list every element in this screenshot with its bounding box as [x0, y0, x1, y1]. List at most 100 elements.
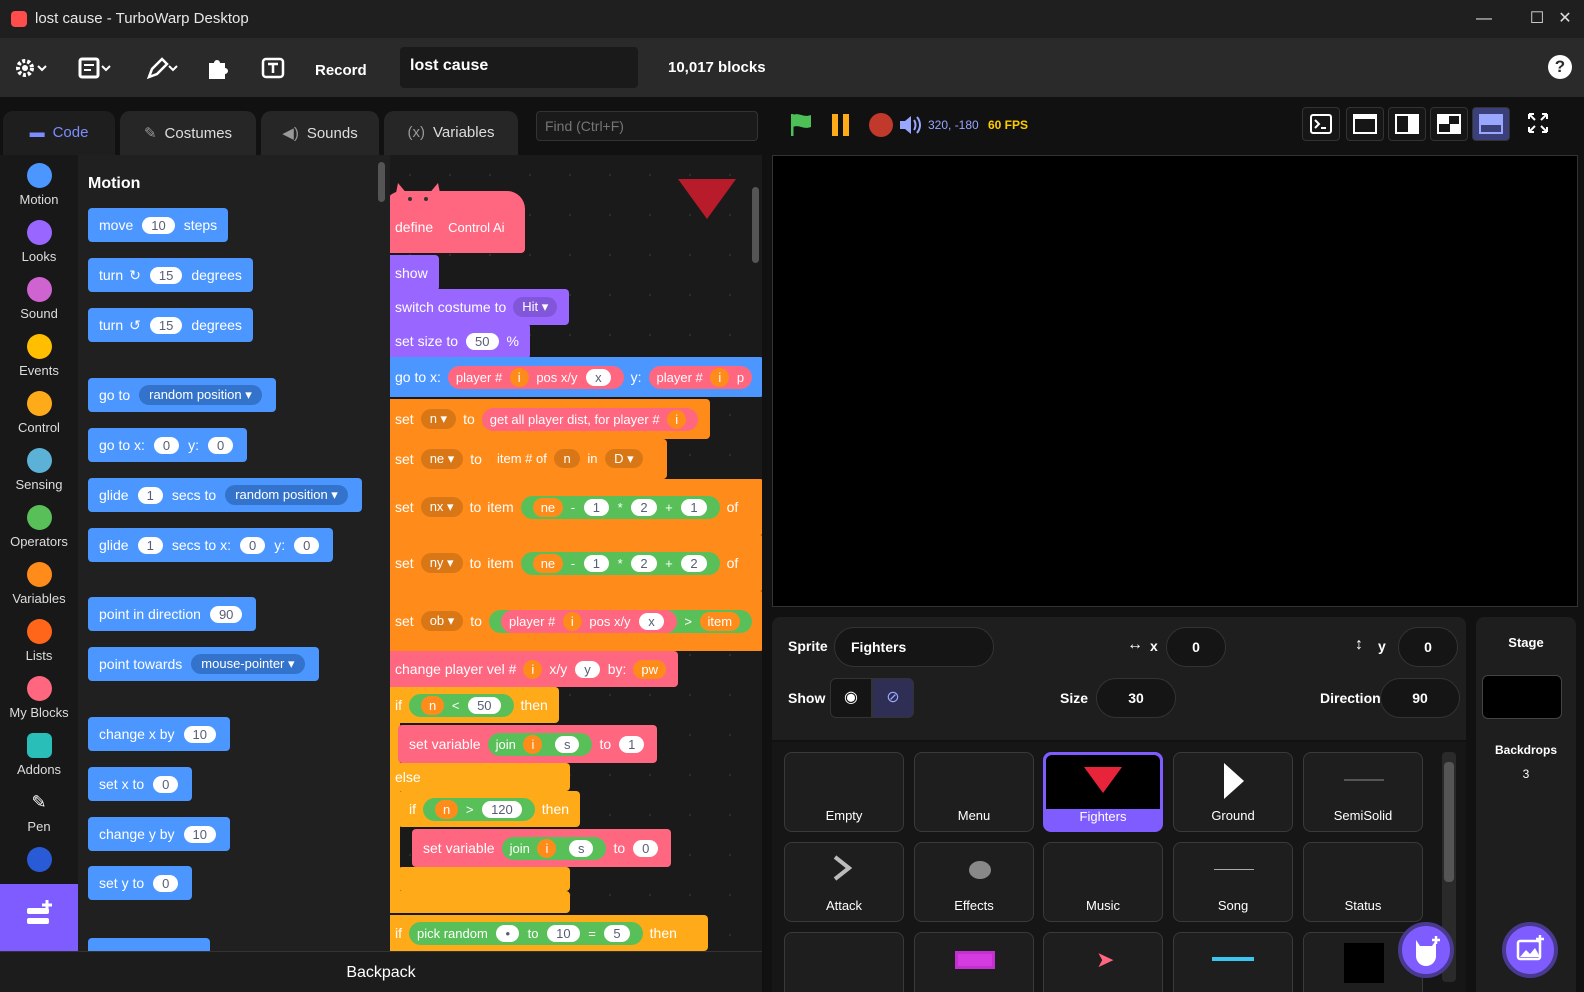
settings-menu-button[interactable] — [14, 55, 50, 81]
console-icon[interactable] — [1302, 107, 1340, 141]
block-glide-xy[interactable]: glide 1 secs to x: 0 y: 0 — [88, 528, 334, 562]
block-set-n[interactable]: set n ▾ to get all player dist, for player … — [390, 399, 711, 439]
category-operators[interactable]: Operators — [0, 505, 78, 549]
category-events[interactable]: Events — [0, 334, 78, 378]
category-motion[interactable]: Motion — [0, 163, 78, 207]
category-addons[interactable]: Addons — [0, 733, 78, 777]
sprite-item-12[interactable] — [914, 932, 1034, 992]
add-sprite-cat-icon[interactable] — [1398, 922, 1454, 978]
code-scrollbar[interactable] — [752, 187, 759, 263]
tab-costumes[interactable]: ✎ Costumes — [120, 111, 256, 155]
block-glide[interactable]: glide 1 secs to random position ▾ — [88, 478, 362, 512]
block-set-variable-1[interactable]: set variable join i s to 1 — [398, 725, 658, 763]
category-extension[interactable] — [0, 847, 78, 876]
block-partial[interactable] — [88, 938, 210, 951]
sprite-fighters[interactable]: Fighters — [1043, 752, 1163, 832]
sprite-item-14[interactable] — [1173, 932, 1293, 992]
block-set-nx[interactable]: set nx ▾ to item ne - 1 * 2 + 1 of — [390, 479, 762, 535]
palette-heading: Motion — [88, 175, 141, 192]
small-stage-icon[interactable] — [1346, 107, 1384, 141]
pause-icon[interactable] — [828, 112, 854, 143]
block-set-ob[interactable]: set ob ▾ to player # i pos x/y x > item — [390, 591, 762, 651]
tab-sounds[interactable]: ◀) Sounds — [261, 111, 379, 155]
category-lists[interactable]: Lists — [0, 619, 78, 663]
category-control[interactable]: Control — [0, 391, 78, 435]
tab-code[interactable]: ▬ Code — [3, 111, 115, 155]
sprite-item-11[interactable] — [784, 932, 904, 992]
x-input[interactable]: 0 — [1166, 627, 1226, 667]
sprite-menu[interactable]: Menu — [914, 752, 1034, 832]
green-flag-icon[interactable] — [788, 112, 814, 143]
block-set-variable-2[interactable]: set variable join i s to 0 — [412, 829, 672, 867]
sprite-list-scrollbar[interactable] — [1444, 762, 1454, 882]
palette-scrollbar[interactable] — [378, 162, 385, 202]
maximize-icon[interactable]: ☐ — [1525, 8, 1549, 30]
block-point-towards[interactable]: point towards mouse-pointer ▾ — [88, 647, 319, 681]
category-sensing[interactable]: Sensing — [0, 448, 78, 492]
large-stage-icon[interactable] — [1472, 107, 1510, 141]
block-change-player-vel[interactable]: change player vel # i x/y y by: pw — [390, 651, 679, 687]
block-if-n-lt-50[interactable]: if n < 50 then — [390, 687, 559, 723]
stage-thumbnail[interactable] — [1482, 675, 1562, 719]
project-title-input[interactable]: lost cause — [400, 47, 638, 88]
block-set-y[interactable]: set y to 0 — [88, 866, 193, 900]
tab-variables[interactable]: (x) Variables — [384, 111, 518, 155]
sprite-attack[interactable]: Attack — [784, 842, 904, 922]
block-set-x[interactable]: set x to 0 — [88, 767, 193, 801]
edit-menu-button[interactable] — [145, 55, 181, 81]
find-input[interactable] — [536, 111, 758, 141]
sprite-semisolid[interactable]: SemiSolid — [1303, 752, 1423, 832]
add-extension-button[interactable] — [0, 884, 78, 951]
split-layout-icon[interactable] — [1388, 107, 1426, 141]
block-set-ny[interactable]: set ny ▾ to item ne - 1 * 2 + 2 of — [390, 535, 762, 591]
block-move-steps[interactable]: move 10 steps — [88, 208, 229, 242]
stop-icon[interactable] — [868, 112, 894, 143]
sprite-empty[interactable]: Empty — [784, 752, 904, 832]
block-turn-right[interactable]: turn ↻ 15 degrees — [88, 258, 253, 292]
backpack-bar[interactable]: Backpack — [0, 951, 762, 992]
block-set-ne[interactable]: set ne ▾ to item # of n in D ▾ — [390, 439, 667, 479]
block-go-to[interactable]: go to random position ▾ — [88, 378, 276, 412]
sprite-name-input[interactable]: Fighters — [834, 627, 994, 667]
size-input[interactable]: 30 — [1096, 678, 1176, 718]
sprite-song[interactable]: Song — [1173, 842, 1293, 922]
category-my-blocks[interactable]: My Blocks — [0, 676, 78, 720]
block-if-pick-random[interactable]: if pick random • to 10 = 5 then — [390, 915, 708, 951]
category-sound[interactable]: Sound — [0, 277, 78, 321]
events-dot-icon — [26, 334, 52, 359]
minimize-icon[interactable]: — — [1472, 8, 1496, 30]
volume-icon[interactable] — [898, 114, 922, 141]
sprite-item-13[interactable]: ➤ — [1043, 932, 1163, 992]
file-menu-button[interactable] — [78, 55, 114, 81]
fullscreen-icon[interactable] — [1520, 107, 1558, 141]
sprite-status[interactable]: Status — [1303, 842, 1423, 922]
addons-puzzle-icon[interactable] — [205, 55, 231, 81]
block-turn-left[interactable]: turn ↺ 15 degrees — [88, 308, 253, 342]
sprite-music[interactable]: Music — [1043, 842, 1163, 922]
block-show[interactable]: show — [390, 255, 439, 291]
show-visible-eye-icon[interactable]: ◉ — [830, 678, 872, 718]
stage-canvas[interactable] — [772, 155, 1578, 607]
close-icon[interactable]: ✕ — [1553, 8, 1577, 30]
sprite-effects[interactable]: Effects — [914, 842, 1034, 922]
block-point-direction[interactable]: point in direction 90 — [88, 597, 257, 631]
block-set-size[interactable]: set size to 50% — [390, 323, 530, 359]
corner-layout-icon[interactable] — [1430, 107, 1468, 141]
help-icon[interactable]: ? — [1548, 55, 1572, 79]
block-switch-costume[interactable]: switch costume to Hit ▾ — [390, 289, 570, 325]
show-hidden-eye-icon[interactable]: ⊘ — [872, 678, 914, 718]
block-go-to-xy-script[interactable]: go to x: player # i pos x/y x y: player # i… — [390, 357, 762, 397]
block-if-n-gt-120[interactable]: if n > 120 then — [398, 791, 581, 827]
tutorials-icon[interactable] — [260, 55, 286, 81]
direction-input[interactable]: 90 — [1380, 678, 1460, 718]
block-go-to-xy[interactable]: go to x: 0 y: 0 — [88, 428, 248, 462]
category-pen[interactable]: ✎ Pen — [0, 790, 78, 834]
category-looks[interactable]: Looks — [0, 220, 78, 264]
add-backdrop-icon[interactable] — [1502, 922, 1558, 978]
y-input[interactable]: 0 — [1398, 627, 1458, 667]
record-button[interactable]: Record — [315, 58, 367, 84]
block-change-y[interactable]: change y by 10 — [88, 817, 230, 851]
block-change-x[interactable]: change x by 10 — [88, 717, 230, 751]
category-variables[interactable]: Variables — [0, 562, 78, 606]
sprite-ground[interactable]: Ground — [1173, 752, 1293, 832]
